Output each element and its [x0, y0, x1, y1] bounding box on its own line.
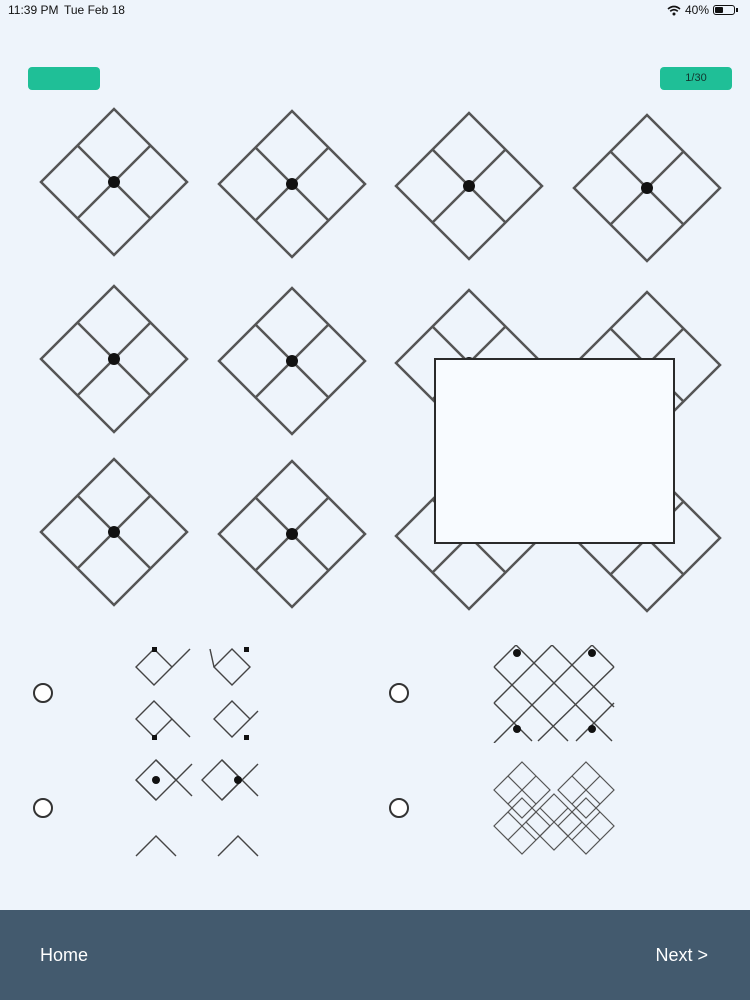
- option-1-image[interactable]: [132, 643, 262, 743]
- option-4-radio[interactable]: [389, 798, 409, 818]
- option-1-radio[interactable]: [33, 683, 53, 703]
- option-3-radio[interactable]: [33, 798, 53, 818]
- option-2-image[interactable]: [492, 645, 616, 743]
- option-3-image[interactable]: [132, 758, 262, 858]
- option-2-radio[interactable]: [389, 683, 409, 703]
- puzzle-row-1: [39, 107, 722, 263]
- home-button[interactable]: Home: [40, 945, 88, 966]
- next-button[interactable]: Next >: [655, 945, 708, 966]
- missing-answer-box: [434, 358, 675, 544]
- bottom-nav-bar: Home Next >: [0, 910, 750, 1000]
- option-4-image[interactable]: [492, 758, 616, 858]
